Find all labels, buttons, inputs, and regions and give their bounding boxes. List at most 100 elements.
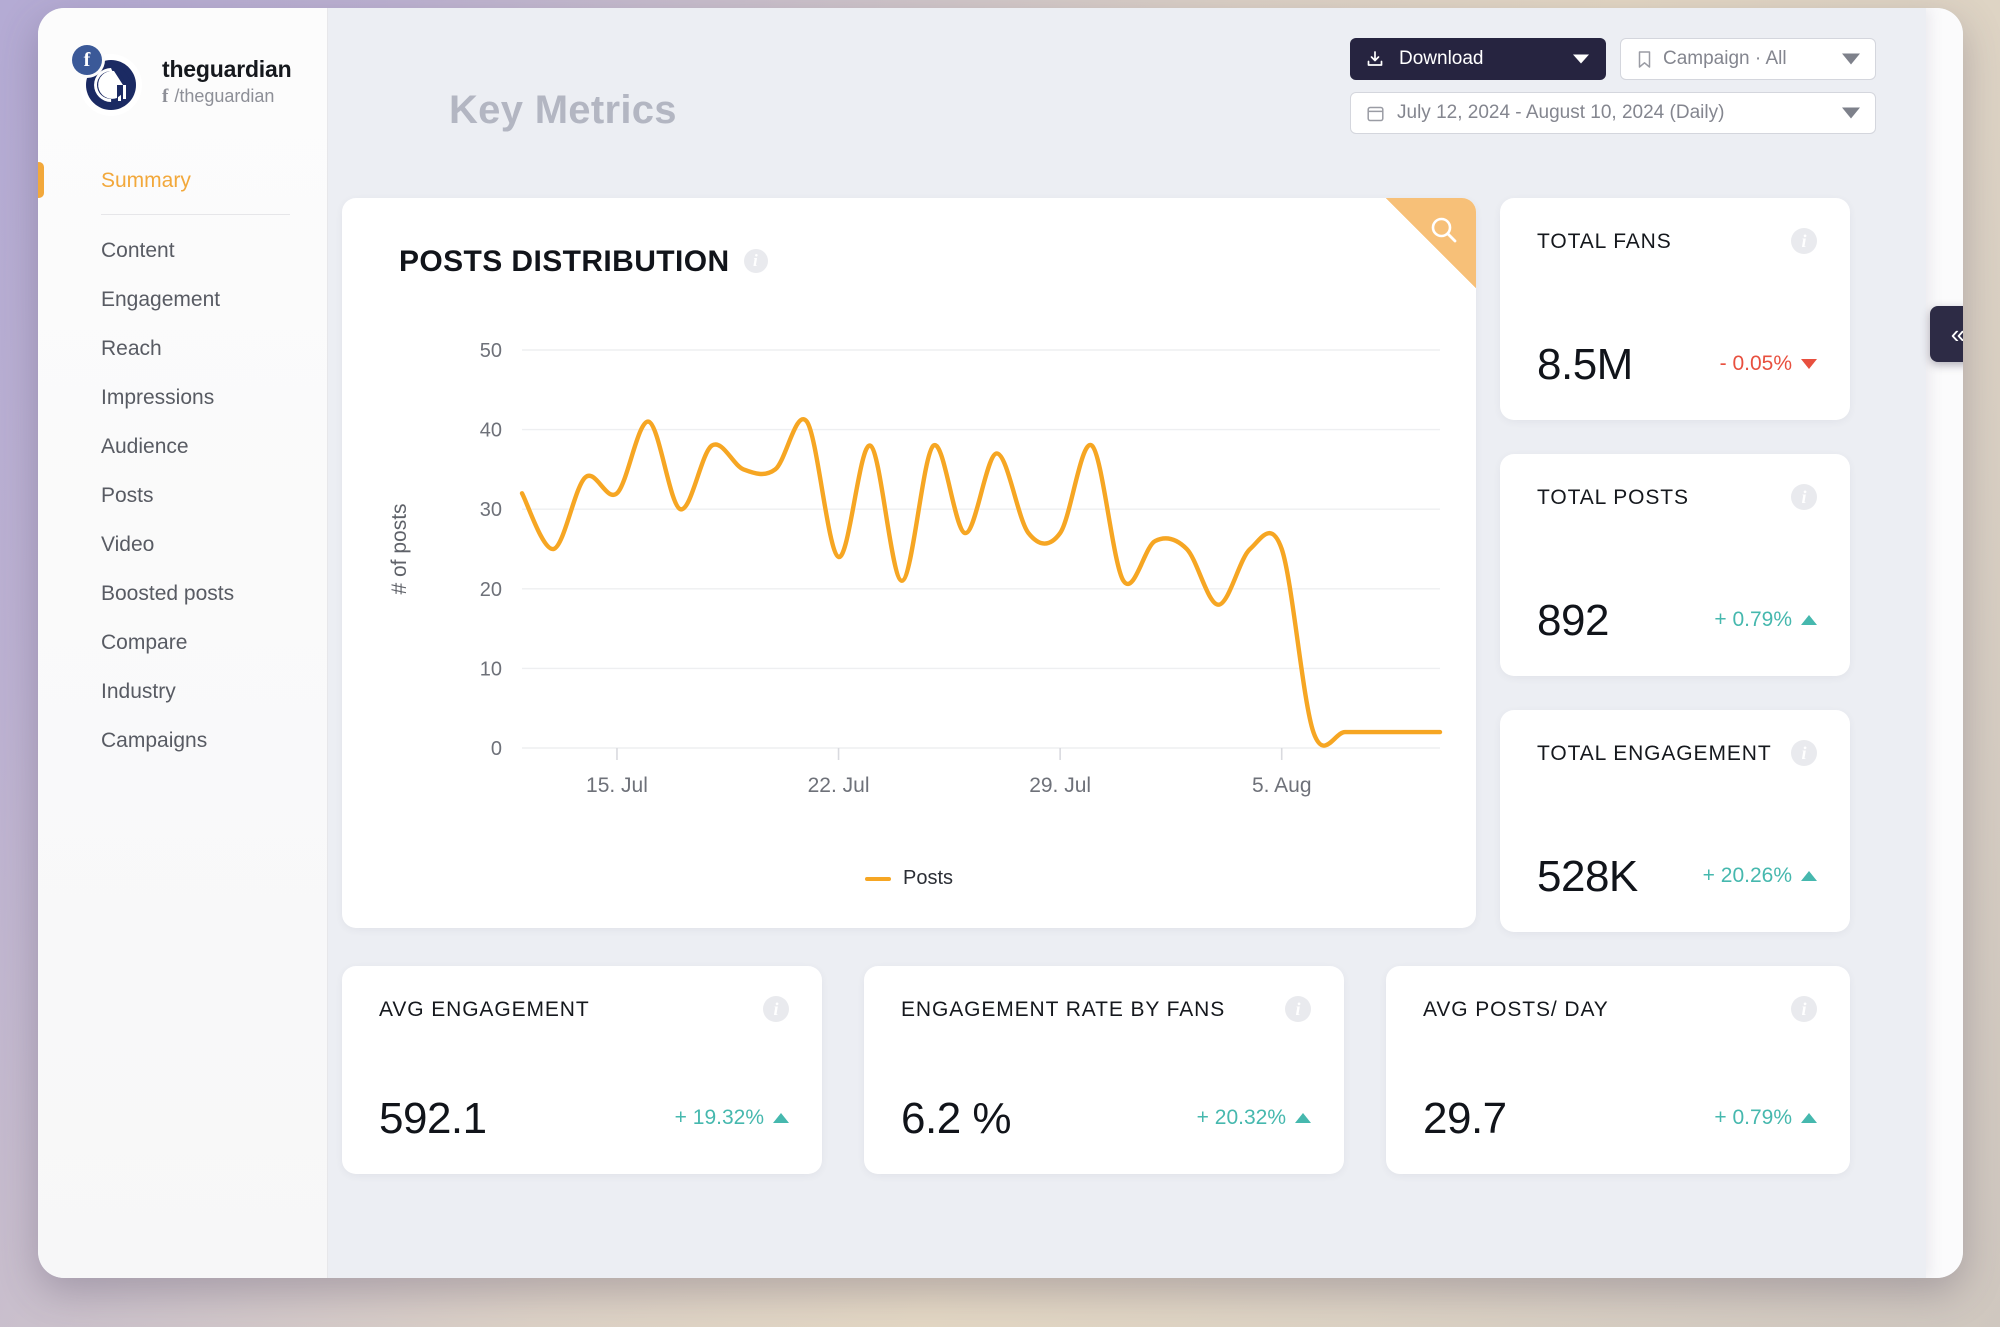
chart-line-posts[interactable] bbox=[519, 417, 1443, 748]
kpi-card-engagement-rate-by-fans: ENGAGEMENT RATE BY FANS i 6.2 % + 20.32% bbox=[864, 966, 1344, 1174]
sidebar-collapse-button[interactable]: « bbox=[1930, 306, 1963, 362]
date-range-select[interactable]: July 12, 2024 - August 10, 2024 (Daily) bbox=[1350, 92, 1876, 134]
trend-down-icon bbox=[1801, 359, 1817, 369]
brand-block: f theguardian f/theguardian bbox=[72, 45, 302, 122]
trend-up-icon bbox=[1801, 871, 1817, 881]
sidebar-item-impressions[interactable]: Impressions bbox=[38, 373, 328, 422]
avatar: f bbox=[72, 45, 142, 116]
trend-up-icon bbox=[1801, 1113, 1817, 1123]
x-axis-tick-label: 15. Jul bbox=[586, 774, 648, 797]
sidebar-item-label: Summary bbox=[101, 168, 191, 192]
chart-search-corner[interactable] bbox=[1386, 198, 1476, 288]
brand-handle: theguardian bbox=[162, 56, 292, 82]
sidebar-divider bbox=[101, 214, 290, 215]
x-axis-tick-label: 5. Aug bbox=[1252, 774, 1312, 797]
brand-names: theguardian f/theguardian bbox=[162, 56, 292, 109]
kpi-delta-text: + 0.79% bbox=[1714, 608, 1792, 631]
app-window: f theguardian f/theguardian Summary Cont… bbox=[38, 8, 1963, 1278]
info-icon[interactable]: i bbox=[743, 249, 768, 273]
kpi-card-total-fans: TOTAL FANS i 8.5M - 0.05% bbox=[1500, 198, 1850, 420]
bookmark-icon bbox=[1638, 50, 1651, 68]
trend-up-icon bbox=[1801, 615, 1817, 625]
kpi-title: AVG POSTS/ DAY bbox=[1423, 998, 1609, 1021]
main-content: Key Metrics Download Campaign · All July… bbox=[328, 8, 1926, 1278]
kpi-title: TOTAL POSTS bbox=[1537, 486, 1689, 509]
kpi-delta: + 19.32% bbox=[675, 1106, 789, 1130]
line-chart-svg: 0 10 20 30 40 50 # of posts 15. Jul 22. Jul 29. J… bbox=[388, 340, 1443, 797]
chevron-down-icon bbox=[1842, 53, 1860, 65]
campaign-filter-label: Campaign · All bbox=[1663, 48, 1787, 69]
sidebar-item-label: Posts bbox=[101, 483, 154, 507]
kpi-delta: + 0.79% bbox=[1714, 1106, 1817, 1130]
info-icon[interactable]: i bbox=[763, 996, 789, 1022]
download-button[interactable]: Download bbox=[1350, 38, 1606, 80]
sidebar-item-summary[interactable]: Summary bbox=[38, 156, 328, 205]
sidebar: f theguardian f/theguardian Summary Cont… bbox=[38, 8, 328, 1278]
sidebar-item-compare[interactable]: Compare bbox=[38, 618, 328, 667]
sidebar-item-boosted-posts[interactable]: Boosted posts bbox=[38, 569, 328, 618]
sidebar-item-label: Audience bbox=[101, 434, 189, 458]
sidebar-item-label: Boosted posts bbox=[101, 581, 235, 605]
sidebar-item-label: Content bbox=[101, 238, 175, 262]
y-axis-tick-label: 50 bbox=[480, 340, 502, 362]
sidebar-item-posts[interactable]: Posts bbox=[38, 471, 328, 520]
sidebar-item-label: Compare bbox=[101, 630, 188, 654]
info-icon[interactable]: i bbox=[1791, 228, 1817, 254]
legend-label-posts: Posts bbox=[902, 867, 954, 889]
sidebar-item-engagement[interactable]: Engagement bbox=[38, 275, 328, 324]
chevron-down-icon bbox=[1573, 54, 1589, 64]
kpi-card-total-posts: TOTAL POSTS i 892 + 0.79% bbox=[1500, 454, 1850, 676]
kpi-delta-text: + 0.79% bbox=[1714, 1106, 1792, 1129]
kpi-value: 8.5M bbox=[1537, 340, 1633, 389]
campaign-filter-select[interactable]: Campaign · All bbox=[1620, 38, 1876, 80]
info-icon[interactable]: i bbox=[1791, 996, 1817, 1022]
sidebar-item-label: Video bbox=[101, 532, 155, 556]
info-icon[interactable]: i bbox=[1285, 996, 1311, 1022]
x-axis-tick-label: 29. Jul bbox=[1029, 774, 1091, 797]
chevron-down-icon bbox=[1842, 107, 1860, 119]
sidebar-nav: Summary Content Engagement Reach Impressions… bbox=[38, 156, 328, 765]
calendar-icon bbox=[1367, 106, 1384, 121]
sidebar-item-label: Impressions bbox=[101, 385, 215, 409]
kpi-value: 29.7 bbox=[1423, 1094, 1507, 1143]
chart-title-row: POSTS DISTRIBUTION i bbox=[399, 245, 768, 279]
kpi-delta-text: + 20.32% bbox=[1196, 1106, 1286, 1129]
posts-distribution-card: POSTS DISTRIBUTION i 0 10 20 30 40 50 # of post… bbox=[342, 198, 1476, 928]
kpi-delta: + 20.32% bbox=[1197, 1106, 1311, 1130]
sidebar-item-reach[interactable]: Reach bbox=[38, 324, 328, 373]
y-axis-tick-label: 10 bbox=[480, 658, 502, 680]
y-axis-tick-label: 0 bbox=[491, 738, 502, 760]
page-title: Key Metrics bbox=[449, 88, 677, 132]
chart-title-text: POSTS DISTRIBUTION bbox=[399, 245, 730, 278]
kpi-delta: + 0.79% bbox=[1714, 608, 1817, 632]
brand-page-path-text: /theguardian bbox=[174, 86, 275, 106]
sidebar-item-campaigns[interactable]: Campaigns bbox=[38, 716, 328, 765]
brand-page-path: f/theguardian bbox=[162, 84, 291, 109]
chart-plot-area: 0 10 20 30 40 50 # of posts 15. Jul 22. Jul 29. J… bbox=[342, 328, 1476, 858]
facebook-f-icon: f bbox=[162, 86, 169, 107]
y-axis-title: # of posts bbox=[388, 503, 411, 594]
kpi-value: 528K bbox=[1537, 852, 1638, 901]
y-axis-tick-label: 20 bbox=[480, 579, 502, 601]
header-controls: Download Campaign · All July 12, 2024 - … bbox=[1350, 38, 1880, 134]
kpi-value: 592.1 bbox=[379, 1094, 487, 1143]
info-icon[interactable]: i bbox=[1791, 484, 1817, 510]
sidebar-item-industry[interactable]: Industry bbox=[38, 667, 328, 716]
y-axis-tick-label: 40 bbox=[480, 420, 502, 442]
kpi-title: ENGAGEMENT RATE BY FANS bbox=[901, 998, 1226, 1021]
kpi-delta: + 20.26% bbox=[1703, 864, 1817, 888]
info-icon[interactable]: i bbox=[1791, 740, 1817, 766]
download-icon bbox=[1367, 51, 1383, 66]
sidebar-item-video[interactable]: Video bbox=[38, 520, 328, 569]
facebook-badge-icon: f bbox=[72, 45, 102, 75]
trend-up-icon bbox=[1295, 1113, 1311, 1123]
sidebar-item-content[interactable]: Content bbox=[38, 226, 328, 275]
kpi-title: TOTAL ENGAGEMENT bbox=[1537, 742, 1772, 765]
kpi-delta: - 0.05% bbox=[1720, 352, 1817, 376]
x-axis-tick-label: 22. Jul bbox=[808, 774, 870, 797]
kpi-card-avg-engagement: AVG ENGAGEMENT i 592.1 + 19.32% bbox=[342, 966, 822, 1174]
kpi-value: 892 bbox=[1537, 596, 1609, 645]
kpi-card-total-engagement: TOTAL ENGAGEMENT i 528K + 20.26% bbox=[1500, 710, 1850, 932]
sidebar-item-audience[interactable]: Audience bbox=[38, 422, 328, 471]
y-axis-tick-label: 30 bbox=[480, 499, 502, 521]
